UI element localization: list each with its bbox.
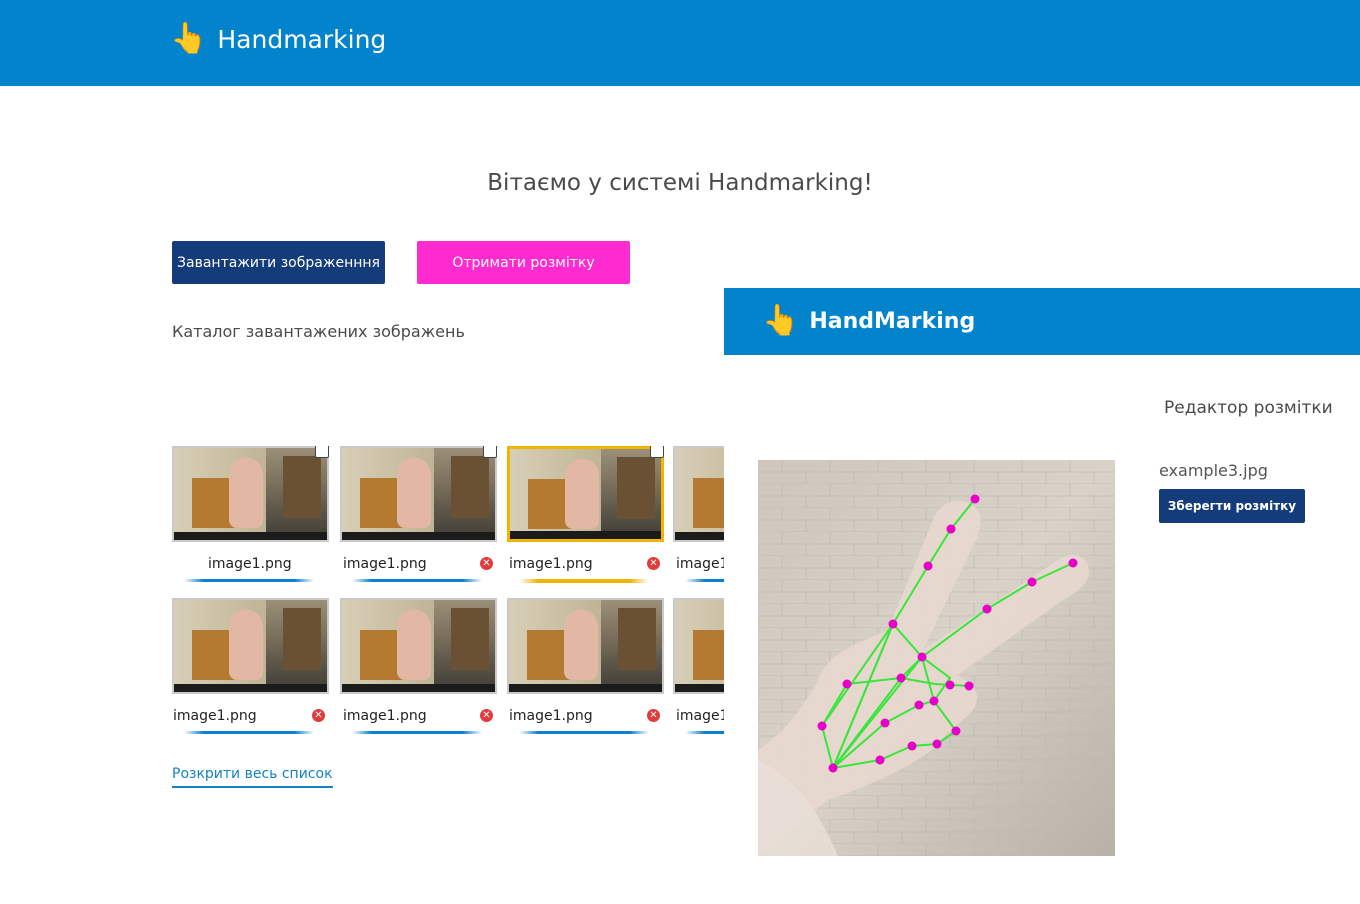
keypoint[interactable] bbox=[842, 679, 852, 689]
save-markup-button[interactable]: Зберегти розмітку bbox=[1159, 489, 1305, 523]
keypoint[interactable] bbox=[914, 700, 924, 710]
thumbnail-image[interactable] bbox=[507, 446, 664, 542]
get-markup-button[interactable]: Отримати розмітку bbox=[417, 241, 630, 284]
keypoint[interactable] bbox=[817, 721, 827, 731]
thumbnail-underline bbox=[519, 731, 649, 734]
thumbnail-image[interactable] bbox=[172, 598, 329, 694]
keypoint[interactable] bbox=[923, 561, 933, 571]
thumbnail-filename: image1.png bbox=[208, 556, 292, 572]
thumbnail-filename: image1.png bbox=[509, 708, 593, 724]
delete-icon[interactable]: ✕ bbox=[647, 557, 660, 570]
thumbnail-underline bbox=[685, 579, 724, 582]
image-catalog-grid: image1.png image1.png ✕ image1.png ✕ ima… bbox=[172, 446, 724, 746]
thumbnail-image[interactable] bbox=[673, 598, 724, 694]
app-name: Handmarking bbox=[217, 24, 387, 54]
thumbnail-underline bbox=[184, 731, 314, 734]
thumbnail-card[interactable]: image1.png ✕ bbox=[172, 598, 329, 734]
app-logo[interactable]: 👆 Handmarking bbox=[170, 24, 386, 54]
keypoint[interactable] bbox=[945, 680, 955, 690]
editor-app-name: HandMarking bbox=[809, 308, 976, 334]
thumbnail-card[interactable]: image1.png ✕ bbox=[340, 446, 497, 582]
thumbnail-filename: image1 bbox=[676, 708, 724, 724]
thumbnail-underline bbox=[352, 731, 482, 734]
delete-icon[interactable]: ✕ bbox=[647, 709, 660, 722]
thumbnail-card[interactable]: image1.png ✕ bbox=[340, 598, 497, 734]
hand-photo-with-keypoints[interactable] bbox=[758, 460, 1115, 856]
pointing-hand-icon: 👆 bbox=[762, 303, 800, 338]
keypoint[interactable] bbox=[964, 681, 974, 691]
thumbnail-card[interactable]: image1.png bbox=[172, 446, 329, 582]
keypoint[interactable] bbox=[875, 755, 885, 765]
thumbnail-image[interactable] bbox=[172, 446, 329, 542]
expand-list-link[interactable]: Розкрити весь список bbox=[172, 766, 333, 788]
thumbnail-image[interactable] bbox=[340, 598, 497, 694]
thumbnail-filename: image1.png bbox=[173, 708, 257, 724]
markup-canvas[interactable] bbox=[758, 460, 1115, 856]
keypoint[interactable] bbox=[917, 652, 927, 662]
keypoint[interactable] bbox=[888, 619, 898, 629]
pointing-hand-icon: 👆 bbox=[170, 21, 208, 56]
keypoint[interactable] bbox=[1068, 558, 1078, 568]
select-checkbox[interactable] bbox=[483, 446, 497, 458]
thumbnail-filename: image1.png bbox=[343, 708, 427, 724]
keypoint[interactable] bbox=[880, 718, 890, 728]
keypoint[interactable] bbox=[929, 696, 939, 706]
editor-logo[interactable]: 👆 HandMarking bbox=[762, 306, 975, 336]
thumbnail-filename: image1 bbox=[676, 556, 724, 572]
keypoint[interactable] bbox=[932, 739, 942, 749]
thumbnail-underline bbox=[352, 579, 482, 582]
welcome-heading: Вітаємо у системі Handmarking! bbox=[487, 170, 873, 196]
select-checkbox[interactable] bbox=[650, 446, 664, 458]
upload-images-button[interactable]: Завантажити зображенння bbox=[172, 241, 385, 284]
thumbnail-underline bbox=[685, 731, 724, 734]
catalog-title: Каталог завантажених зображень bbox=[172, 322, 465, 341]
keypoint[interactable] bbox=[907, 741, 917, 751]
keypoint[interactable] bbox=[970, 494, 980, 504]
keypoint[interactable] bbox=[828, 763, 838, 773]
thumbnail-filename: image1.png bbox=[509, 556, 593, 572]
thumbnail-card-selected[interactable]: image1.png ✕ bbox=[507, 446, 664, 583]
editor-title: Редактор розмітки bbox=[1164, 398, 1333, 418]
thumbnail-underline bbox=[184, 579, 314, 582]
keypoint[interactable] bbox=[1027, 577, 1037, 587]
keypoint[interactable] bbox=[982, 604, 992, 614]
top-header: 👆 Handmarking bbox=[0, 0, 1360, 86]
current-filename: example3.jpg bbox=[1159, 461, 1268, 480]
delete-icon[interactable]: ✕ bbox=[480, 557, 493, 570]
thumbnail-image[interactable] bbox=[673, 446, 724, 542]
thumbnail-underline bbox=[519, 579, 649, 583]
select-checkbox[interactable] bbox=[315, 446, 329, 458]
thumbnail-filename: image1.png bbox=[343, 556, 427, 572]
thumbnail-image[interactable] bbox=[507, 598, 664, 694]
thumbnail-image[interactable] bbox=[340, 446, 497, 542]
thumbnail-card[interactable]: image1.png ✕ bbox=[507, 598, 664, 734]
keypoint[interactable] bbox=[896, 673, 906, 683]
keypoint[interactable] bbox=[946, 524, 956, 534]
delete-icon[interactable]: ✕ bbox=[312, 709, 325, 722]
keypoint[interactable] bbox=[951, 726, 961, 736]
delete-icon[interactable]: ✕ bbox=[480, 709, 493, 722]
editor-header: 👆 HandMarking bbox=[724, 288, 1360, 355]
thumbnail-card[interactable]: image1 bbox=[673, 598, 724, 734]
thumbnail-card[interactable]: image1 bbox=[673, 446, 724, 582]
